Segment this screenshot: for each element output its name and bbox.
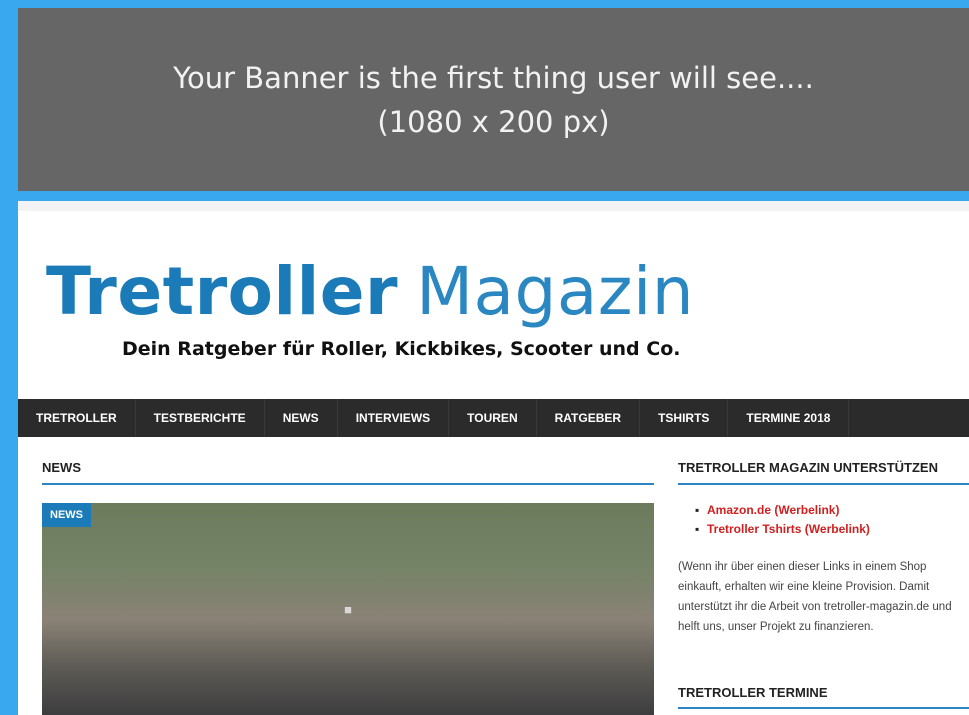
news-category-badge[interactable]: NEWS	[42, 503, 91, 527]
banner-line-1: Your Banner is the first thing user will…	[173, 60, 814, 95]
support-description: (Wenn ihr über einen dieser Links in ein…	[678, 561, 952, 633]
nav-item-touren[interactable]: TOUREN	[449, 399, 537, 437]
nav-item-interviews[interactable]: INTERVIEWS	[338, 399, 450, 437]
banner-line-2: (1080 x 200 px)	[377, 104, 610, 139]
nav-item-testberichte[interactable]: TESTBERICHTE	[136, 399, 265, 437]
logo-bold-text: Tretroller	[46, 253, 399, 330]
support-section-title: TRETROLLER MAGAZIN UNTERSTÜTZEN	[678, 460, 938, 475]
site-logo[interactable]: Tretroller Magazin Dein Ratgeber für Roll…	[46, 256, 726, 376]
page-content: Tretroller Magazin Dein Ratgeber für Roll…	[18, 201, 969, 715]
amazon-affiliate-link[interactable]: ▪ Amazon.de (Werbelink)	[695, 501, 870, 520]
logo-wordmark: Tretroller Magazin	[46, 256, 726, 328]
termine-section-title: TRETROLLER TERMINE	[678, 685, 828, 700]
site-tagline: Dein Ratgeber für Roller, Kickbikes, Sco…	[122, 338, 681, 360]
news-section-divider	[42, 483, 654, 485]
sidebar: TRETROLLER MAGAZIN UNTERSTÜTZEN ▪ Amazon.…	[678, 201, 969, 715]
logo-light-text: Magazin	[416, 253, 695, 330]
ad-banner[interactable]: Your Banner is the first thing user will…	[18, 8, 969, 191]
support-links-list: ▪ Amazon.de (Werbelink) ▪ Tretroller Tshir…	[695, 501, 870, 539]
hero-news-image[interactable]: ■ NEWS	[42, 503, 654, 715]
image-placeholder: ■	[344, 601, 352, 617]
nav-item-ratgeber[interactable]: RATGEBER	[537, 399, 641, 437]
nav-item-tretroller[interactable]: TRETROLLER	[18, 399, 136, 437]
news-section-title: NEWS	[42, 460, 81, 475]
support-section-divider	[678, 483, 969, 485]
termine-section-divider	[678, 707, 969, 709]
tshirts-affiliate-link[interactable]: ▪ Tretroller Tshirts (Werbelink)	[695, 520, 870, 539]
nav-item-news[interactable]: NEWS	[265, 399, 338, 437]
